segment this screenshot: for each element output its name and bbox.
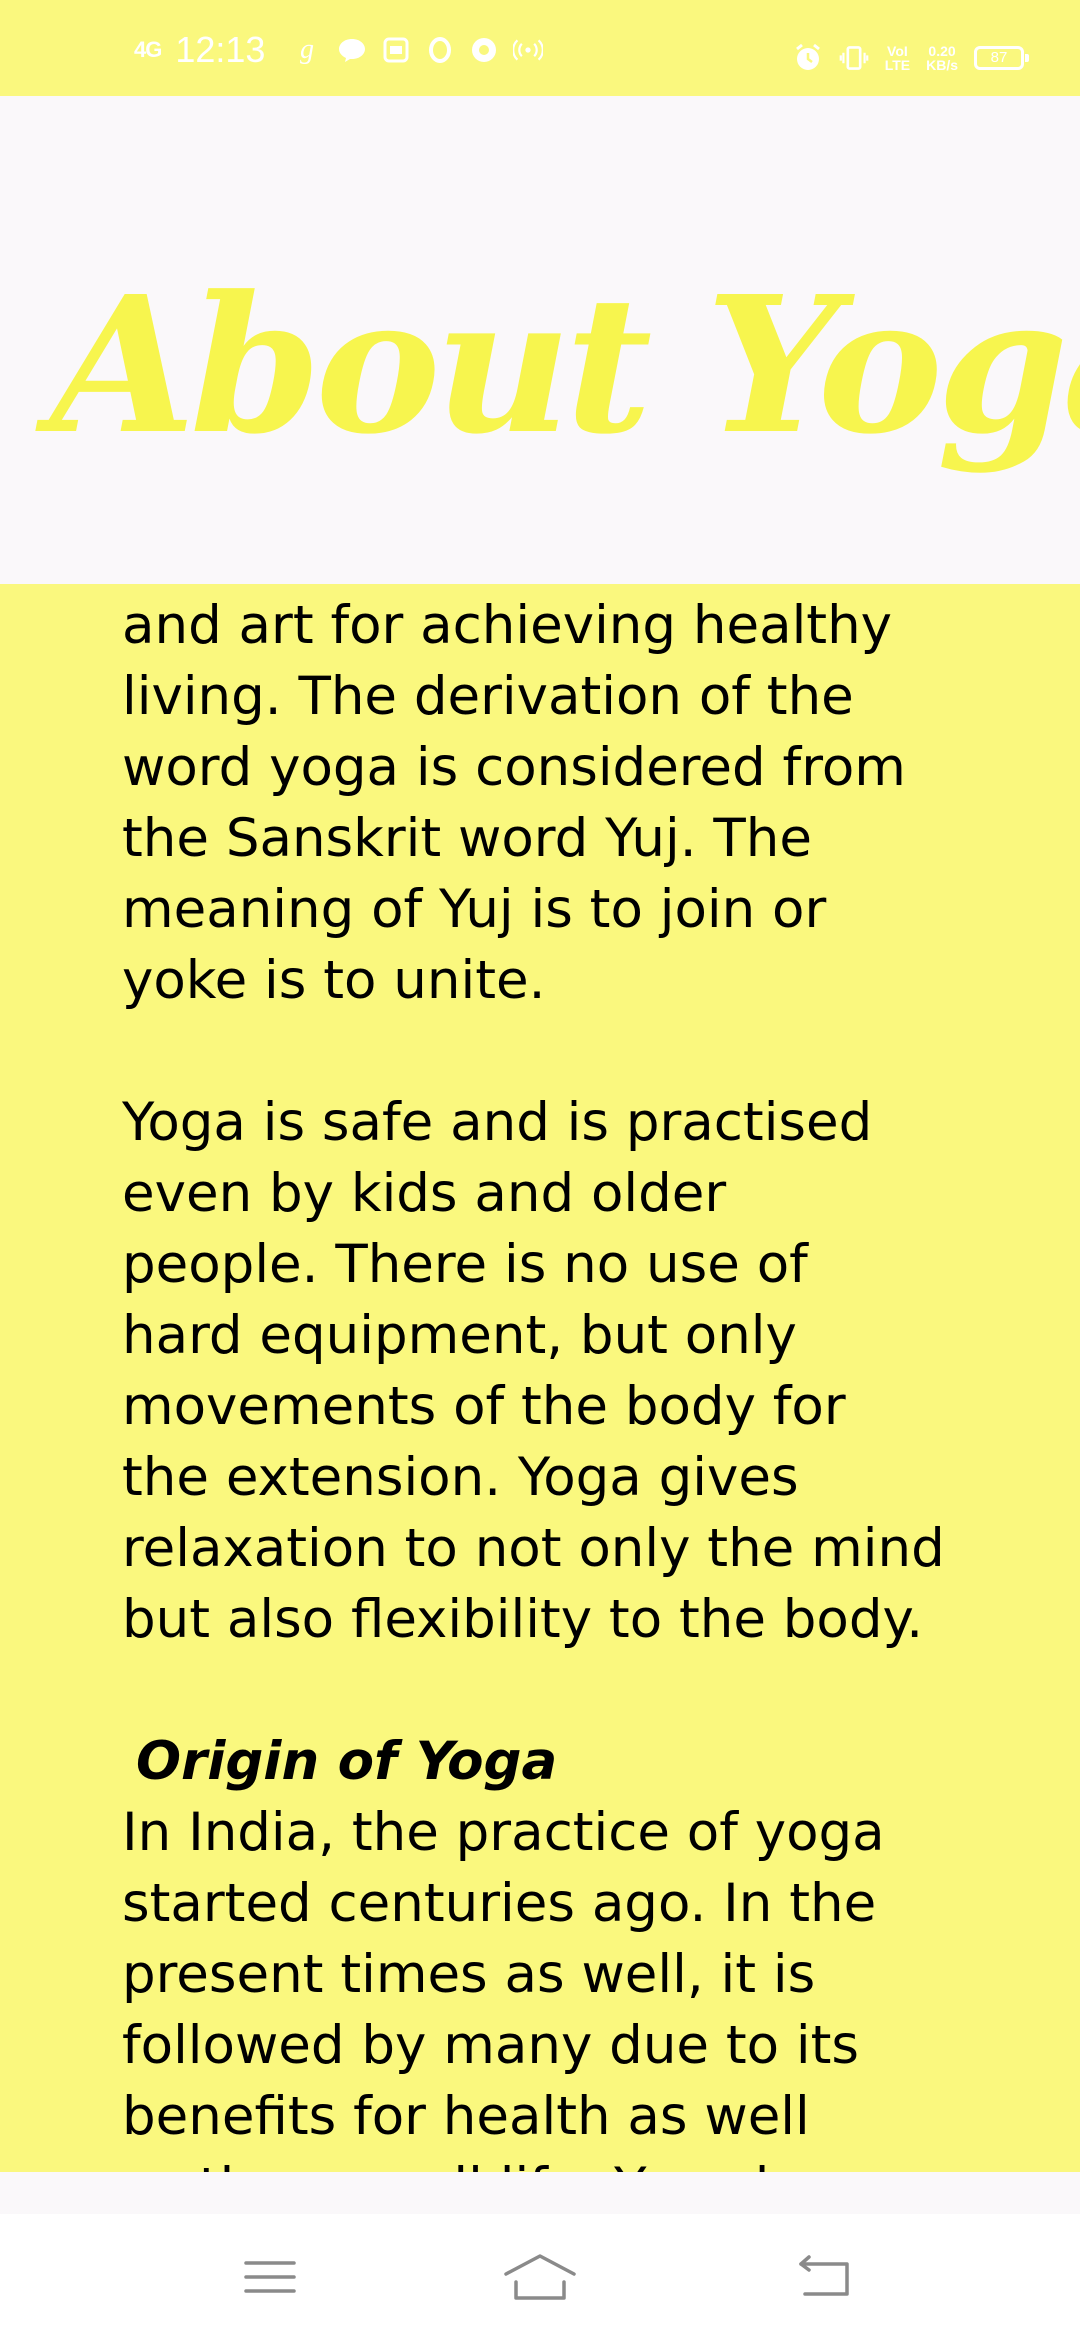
home-icon [502,2252,578,2306]
text-line: the extension. Yoga gives [122,1447,799,1508]
text-line: benefits for health as well [122,2086,810,2147]
paragraph-origin: In India, the practice of yoga started c… [122,1797,1022,2172]
text-line: people. There is no use of [122,1234,808,1295]
article-body: and art for achieving healthy living. Th… [122,590,1022,2172]
status-bar-right: VoI LTE 0.20 KB/s 87 [793,38,1029,78]
paragraph-safety: Yoga is safe and is practised even by ki… [122,1087,1022,1655]
text-line: present times as well, it is [122,1944,816,2005]
text-line: Yoga is safe and is practised [122,1092,873,1153]
text-line: movements of the body for [122,1376,846,1437]
g-app-icon: g [293,34,323,65]
alarm-icon [793,43,823,73]
battery-icon: 87 [974,46,1029,70]
text-line: word yoga is considered from [122,737,906,798]
network-speed: 0.20 KB/s [926,44,958,72]
hotspot-icon [513,35,544,65]
page-header: About Yoga [0,96,1080,584]
navigation-bar [0,2214,1080,2340]
menu-button[interactable] [215,2234,325,2324]
text-line: the Sanskrit word Yuj. The [122,808,812,869]
volte-indicator: VoI LTE [885,44,910,72]
battery-level: 87 [990,49,1008,66]
chat-bubble-icon [337,35,367,65]
text-line: as the overall life. Yoga has [122,2152,1022,2172]
back-button[interactable] [770,2234,880,2324]
text-line: hard equipment, but only [122,1305,797,1366]
menu-icon [242,2255,298,2303]
text-line: even by kids and older [122,1163,727,1224]
content-scroll-area[interactable]: and art for achieving healthy living. Th… [0,584,1080,2172]
text-line: meaning of Yuj is to join or [122,879,827,940]
calendar-icon [381,35,411,65]
opera-icon [425,35,455,65]
text-line: followed by many due to its [122,2015,860,2076]
text-line: started centuries ago. In the [122,1873,877,1934]
svg-text:g: g [300,34,314,65]
volte-bottom-label: LTE [884,57,911,73]
back-icon [795,2254,855,2304]
text-line: but also flexibility to the body. [122,1589,924,1650]
record-icon [469,35,499,65]
network-indicator: 4G [134,37,162,62]
page-title: About Yoga [50,255,1080,476]
network-speed-unit: KB/s [926,57,958,73]
home-button[interactable] [485,2234,595,2324]
paragraph-intro: and art for achieving healthy living. Th… [122,590,1022,1016]
text-line: In India, the practice of yoga [122,1802,885,1863]
status-bar-left: 4G 12:13 g [134,29,544,70]
bottom-strip [0,2172,1080,2214]
text-line: yoke is to unite. [122,950,546,1011]
text-line: relaxation to not only the mind [122,1518,945,1579]
status-bar: 4G 12:13 g VoI LTE 0.20 KB/s 87 [0,0,1080,96]
section-heading-origin: Origin of Yoga [136,1731,558,1792]
clock: 12:13 [175,29,266,70]
text-line: and art for achieving healthy [122,595,893,656]
vibrate-icon [839,43,869,73]
text-line: living. The derivation of the [122,666,854,727]
